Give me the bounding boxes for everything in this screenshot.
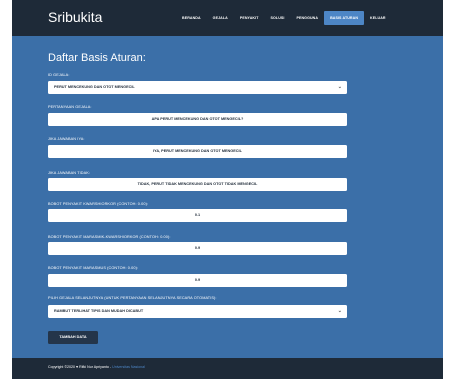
nav-item-keluar[interactable]: KELUAR: [364, 11, 392, 25]
gejala-selanjutnya-select[interactable]: RAMBUT TERLIHAT TIPIS DAN MUDAH DICABUT …: [48, 305, 347, 318]
jawaban-tidak-input[interactable]: TIDAK, PERUT TIDAK MENCEKUNG DAN OTOT TI…: [48, 178, 347, 191]
page-title: Daftar Basis Aturan:: [48, 52, 146, 64]
chevron-down-icon: ⌄: [337, 308, 342, 314]
gejala-selanjutnya-value: RAMBUT TERLIHAT TIPIS DAN MUDAH DICABUT: [54, 309, 144, 313]
bobot-kwarshiorkor-label: BOBOT PENYAKIT KWARSHIORKOR (CONTOH: 0.0…: [48, 202, 149, 206]
pertanyaan-label: PERTANYAAN GEJALA:: [48, 105, 92, 109]
nav-item-penyakit[interactable]: PENYAKIT: [234, 11, 265, 25]
tambah-data-button[interactable]: TAMBAH DATA: [48, 331, 98, 344]
footer-link[interactable]: Universitas Nasional: [112, 365, 145, 369]
jawaban-iya-input[interactable]: IYA, PERUT MENCEKUNG DAN OTOT MENGECIL: [48, 145, 347, 158]
bobot-marasmik-input[interactable]: 0.9: [48, 242, 347, 255]
brand-logo[interactable]: Sribukita: [48, 9, 102, 25]
nav-item-basis-aturan[interactable]: BASIS ATURAN: [324, 11, 365, 25]
bobot-marasmik-label: BOBOT PENYAKIT MARASMIK-KWARSHIORKOR (CO…: [48, 235, 171, 239]
page-frame: Sribukita BERANDA GEJALA PENYAKIT SOLUSI…: [12, 0, 443, 379]
gejala-selanjutnya-label: PILIH GEJALA SELANJUTNYA (UNTUK PERTANYA…: [48, 296, 217, 300]
nav-menu: BERANDA GEJALA PENYAKIT SOLUSI PENGGUNA …: [176, 11, 392, 25]
navbar: Sribukita BERANDA GEJALA PENYAKIT SOLUSI…: [12, 0, 443, 36]
footer: Copyright ©2020 ♥ Rifki Nur Apriyanto - …: [12, 358, 443, 379]
footer-copyright: Copyright ©2020 ♥ Rifki Nur Apriyanto - …: [48, 365, 145, 369]
id-gejala-select[interactable]: PERUT MENCEKUNG DAN OTOT MENGECIL ⌄: [48, 81, 347, 94]
jawaban-iya-label: JIKA JAWABAN IYA:: [48, 137, 85, 141]
id-gejala-value: PERUT MENCEKUNG DAN OTOT MENGECIL: [54, 85, 135, 89]
nav-item-gejala[interactable]: GEJALA: [207, 11, 234, 25]
footer-text: Copyright ©2020 ♥ Rifki Nur Apriyanto -: [48, 365, 113, 369]
jawaban-tidak-label: JIKA JAWABAN TIDAK:: [48, 171, 91, 175]
nav-item-beranda[interactable]: BERANDA: [176, 11, 207, 25]
pertanyaan-input[interactable]: APA PERUT MENCEKUNG DAN OTOT MENGECIL?: [48, 113, 347, 126]
bobot-marasmus-label: BOBOT PENYAKIT MARASMUS (CONTOH: 0.00):: [48, 266, 139, 270]
chevron-down-icon: ⌄: [337, 84, 342, 90]
bobot-kwarshiorkor-input[interactable]: 0.1: [48, 209, 347, 222]
id-gejala-label: ID GEJALA:: [48, 73, 70, 77]
bobot-marasmus-input[interactable]: 0.9: [48, 274, 347, 287]
nav-item-pengguna[interactable]: PENGGUNA: [290, 11, 324, 25]
nav-item-solusi[interactable]: SOLUSI: [265, 11, 291, 25]
